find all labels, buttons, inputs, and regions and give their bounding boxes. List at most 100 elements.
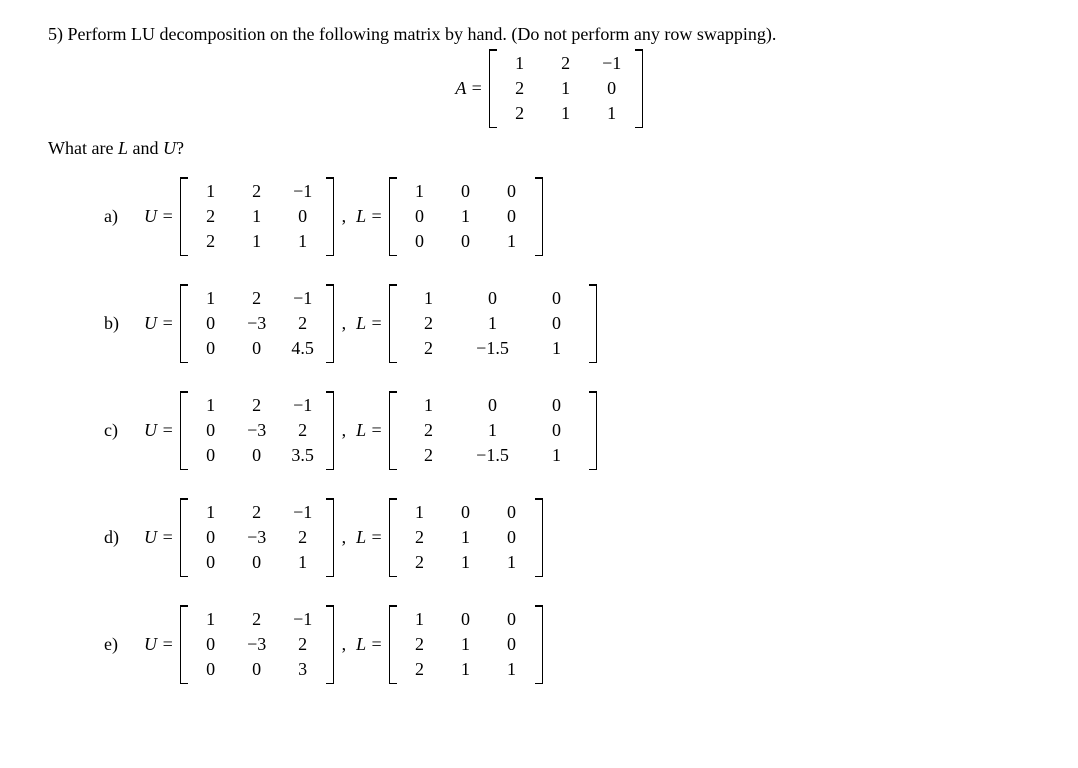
matrix-cell: 1 — [461, 418, 525, 443]
matrix-cell: 0 — [397, 229, 443, 254]
matrix-cell: −1.5 — [461, 443, 525, 468]
matrix-cell: −3 — [234, 525, 280, 550]
matrix-cell: 0 — [188, 311, 234, 336]
matrix-cell: 0 — [525, 418, 589, 443]
matrix-cell: 2 — [397, 443, 461, 468]
matrix-cell: 1 — [397, 179, 443, 204]
matrix-cell: 1 — [525, 443, 589, 468]
matrix-cell: 1 — [280, 229, 326, 254]
matrix-cell: 0 — [489, 632, 535, 657]
matrix-cell: 0 — [489, 179, 535, 204]
matrix-cell: 1 — [397, 607, 443, 632]
matrix-cell: 2 — [234, 286, 280, 311]
matrix-cell: 1 — [188, 286, 234, 311]
matrix-cell: 0 — [188, 443, 234, 468]
U-equals: U = — [144, 420, 174, 441]
L-equals: L = — [356, 634, 382, 655]
option-c: c) U = 12−10−32003.5 , L = 1002102−1.51 — [104, 391, 1050, 470]
matrix-A-definition: A = 12−1210211 — [48, 49, 1050, 128]
option-e-U: 12−10−32003 — [180, 605, 334, 684]
option-d-L: 100210211 — [389, 498, 543, 577]
matrix-cell: 0 — [188, 525, 234, 550]
matrix-cell: 2 — [280, 632, 326, 657]
option-d-U: 12−10−32001 — [180, 498, 334, 577]
option-b-L: 1002102−1.51 — [389, 284, 597, 363]
matrix-cell: 0 — [489, 204, 535, 229]
option-label: d) — [104, 527, 128, 548]
matrix-cell: −3 — [234, 418, 280, 443]
matrix-cell: −1.5 — [461, 336, 525, 361]
matrix-cell: 0 — [489, 607, 535, 632]
matrix-cell: 0 — [188, 418, 234, 443]
matrix-cell: 1 — [443, 525, 489, 550]
matrix-cell: −3 — [234, 311, 280, 336]
options-list: a) U = 12−1210211 , L = 100010001 b) U =… — [104, 177, 1050, 684]
A-label: A = — [455, 78, 482, 99]
matrix-cell: 2 — [234, 500, 280, 525]
option-a-L: 100010001 — [389, 177, 543, 256]
matrix-cell: 0 — [443, 229, 489, 254]
option-label: e) — [104, 634, 128, 655]
matrix-A: 12−1210211 — [489, 49, 643, 128]
matrix-cell: 1 — [443, 204, 489, 229]
U-equals: U = — [144, 313, 174, 334]
matrix-cell: 0 — [234, 550, 280, 575]
matrix-cell: 0 — [461, 286, 525, 311]
matrix-cell: 0 — [280, 204, 326, 229]
matrix-cell: 2 — [280, 311, 326, 336]
matrix-cell: 3 — [280, 657, 326, 682]
option-c-L: 1002102−1.51 — [389, 391, 597, 470]
matrix-cell: 2 — [280, 418, 326, 443]
matrix-cell: 2 — [188, 229, 234, 254]
matrix-cell: 2 — [234, 179, 280, 204]
matrix-cell: 0 — [525, 311, 589, 336]
question-number: 5) — [48, 24, 63, 44]
matrix-cell: 1 — [543, 101, 589, 126]
matrix-cell: 1 — [397, 286, 461, 311]
matrix-cell: −3 — [234, 632, 280, 657]
option-label: c) — [104, 420, 128, 441]
subquestion: What are L and U? — [48, 138, 1050, 159]
matrix-cell: 0 — [489, 525, 535, 550]
matrix-cell: 1 — [489, 657, 535, 682]
matrix-cell: 0 — [525, 393, 589, 418]
L-equals: L = — [356, 420, 382, 441]
matrix-cell: 1 — [497, 51, 543, 76]
U-equals: U = — [144, 206, 174, 227]
L-equals: L = — [356, 206, 382, 227]
option-b: b) U = 12−10−32004.5 , L = 1002102−1.51 — [104, 284, 1050, 363]
option-label: b) — [104, 313, 128, 334]
matrix-cell: 1 — [188, 179, 234, 204]
matrix-cell: −1 — [280, 607, 326, 632]
matrix-cell: 2 — [397, 657, 443, 682]
matrix-cell: 0 — [443, 179, 489, 204]
matrix-cell: 1 — [489, 229, 535, 254]
matrix-cell: 2 — [234, 607, 280, 632]
matrix-cell: 1 — [280, 550, 326, 575]
matrix-cell: 1 — [589, 101, 635, 126]
option-e-L: 100210211 — [389, 605, 543, 684]
matrix-cell: 0 — [234, 443, 280, 468]
matrix-cell: 0 — [188, 336, 234, 361]
matrix-cell: 1 — [443, 632, 489, 657]
option-b-U: 12−10−32004.5 — [180, 284, 334, 363]
matrix-cell: 1 — [443, 657, 489, 682]
matrix-cell: 1 — [397, 393, 461, 418]
matrix-cell: −1 — [589, 51, 635, 76]
question-text: Perform LU decomposition on the followin… — [68, 24, 777, 44]
U-equals: U = — [144, 527, 174, 548]
matrix-cell: 2 — [397, 311, 461, 336]
U-equals: U = — [144, 634, 174, 655]
option-a-U: 12−1210211 — [180, 177, 334, 256]
option-a: a) U = 12−1210211 , L = 100010001 — [104, 177, 1050, 256]
matrix-cell: 2 — [497, 101, 543, 126]
matrix-cell: 0 — [188, 632, 234, 657]
matrix-cell: 3.5 — [280, 443, 326, 468]
matrix-cell: 0 — [589, 76, 635, 101]
option-c-U: 12−10−32003.5 — [180, 391, 334, 470]
matrix-cell: 1 — [234, 229, 280, 254]
matrix-cell: 1 — [525, 336, 589, 361]
matrix-cell: −1 — [280, 286, 326, 311]
question-line: 5) Perform LU decomposition on the follo… — [48, 24, 1050, 45]
matrix-cell: 0 — [397, 204, 443, 229]
